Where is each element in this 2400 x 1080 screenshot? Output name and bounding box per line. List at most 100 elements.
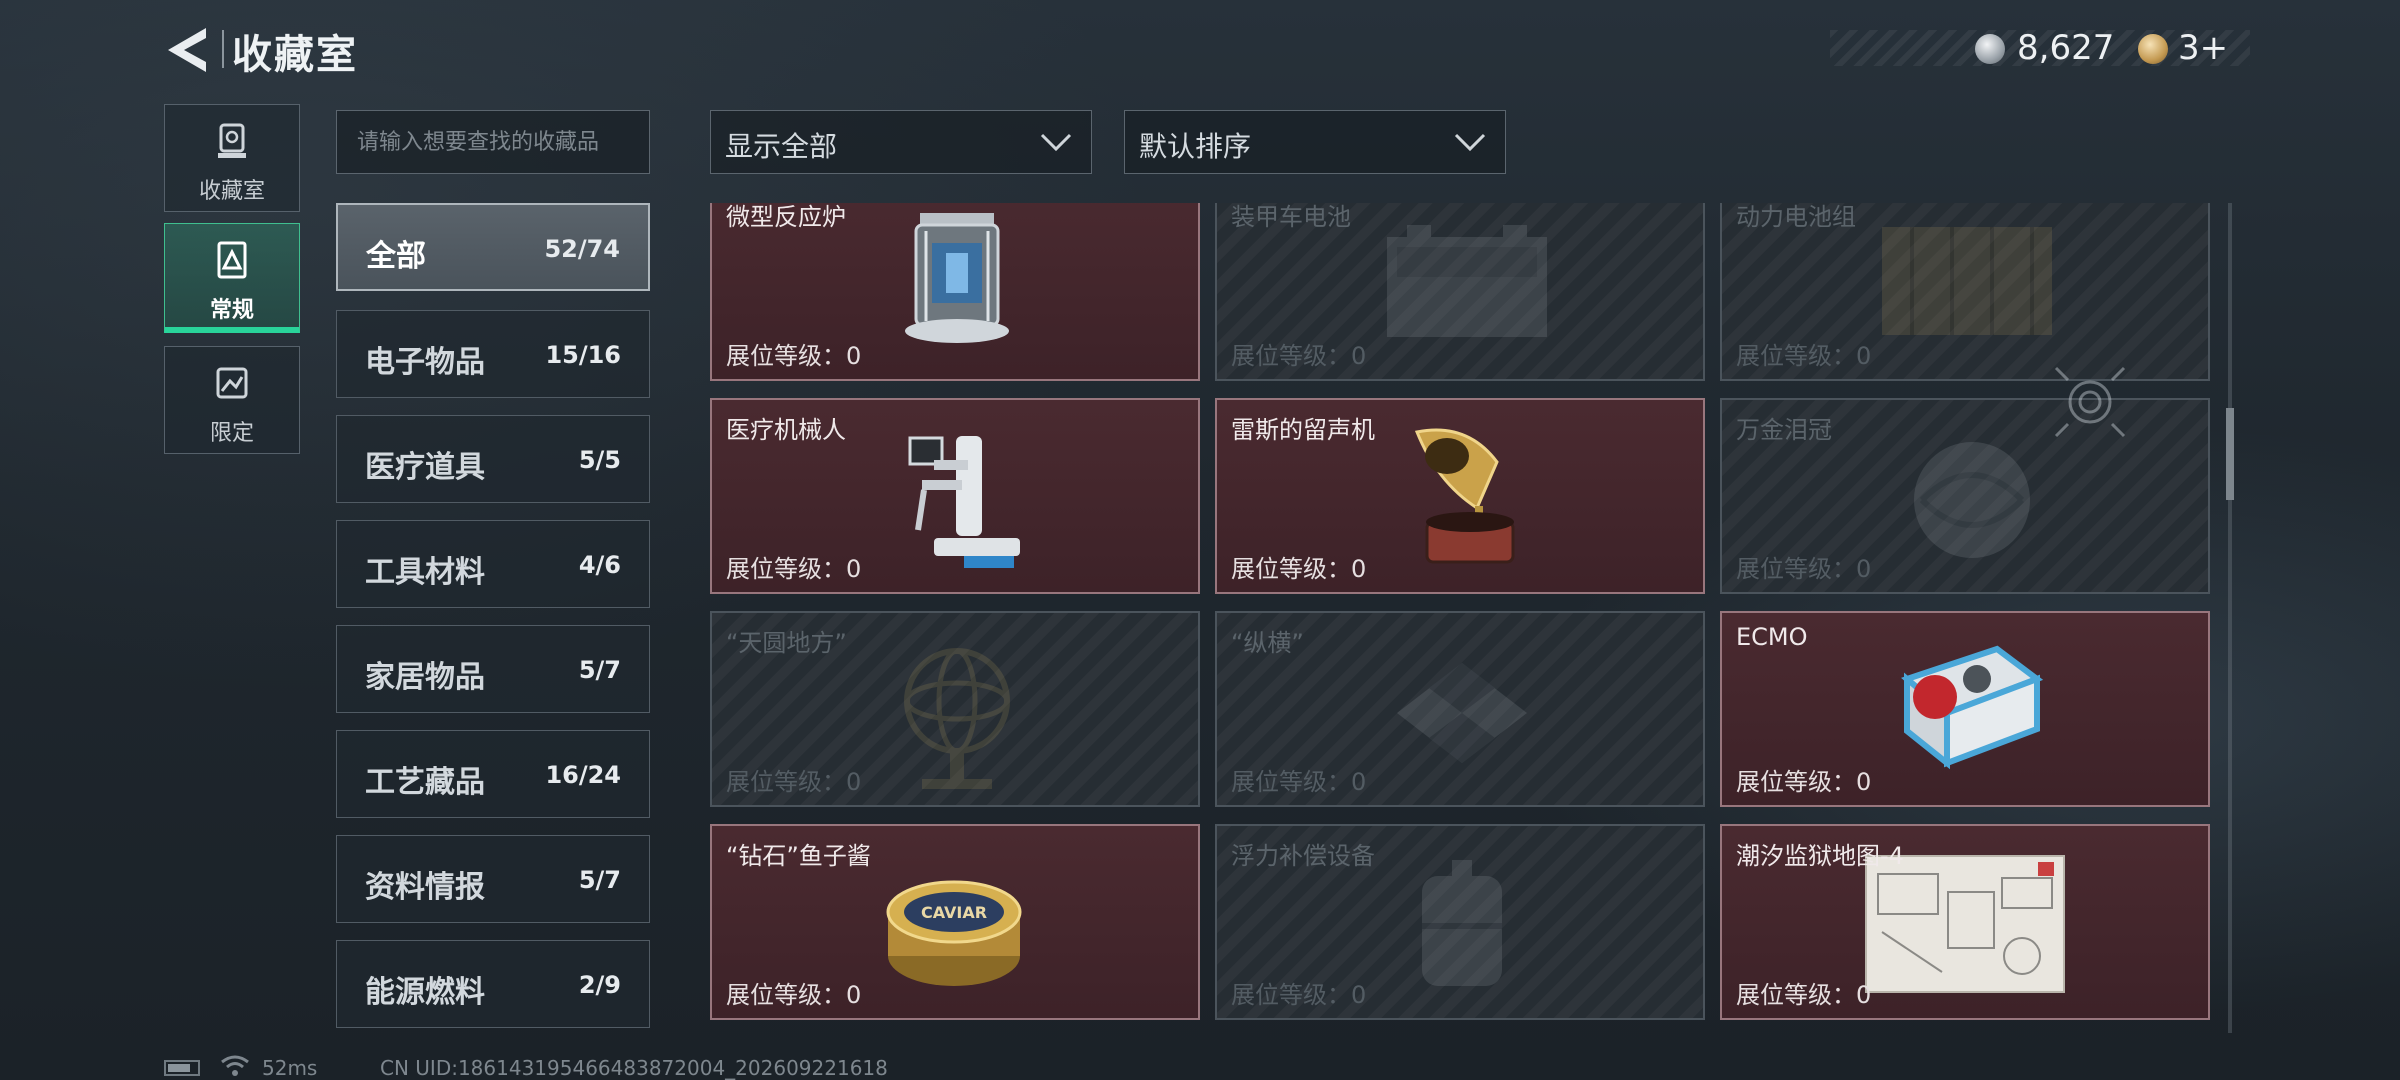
title-divider (222, 30, 224, 68)
item-level-value: 0 (1856, 342, 1872, 370)
item-level: 展位等级：0 (726, 975, 861, 1010)
back-button[interactable] (160, 24, 216, 76)
category-count: 16/24 (545, 761, 621, 789)
user-uid: CN UID:1861431954664838720​04_2026092216… (380, 1056, 888, 1080)
item-card-medical-robot[interactable]: 医疗机械人 展位等级：0 (710, 398, 1200, 594)
map-document-icon (1865, 855, 2065, 993)
item-level-label: 展位等级： (726, 342, 846, 370)
grid-scrollbar-thumb[interactable] (2226, 408, 2234, 500)
category-intel[interactable]: 资料情报 5/7 (336, 835, 650, 923)
item-level-value: 0 (846, 342, 862, 370)
network-ping: 52ms (262, 1056, 318, 1080)
coin-value: 8,627 (2017, 28, 2115, 68)
item-level-value: 0 (1856, 981, 1872, 1009)
item-level: 展位等级：0 (1231, 549, 1366, 584)
item-name: “纵横” (1231, 629, 1304, 657)
item-card-crown[interactable]: 万金泪冠 展位等级：0 (1720, 398, 2210, 594)
category-crafts[interactable]: 工艺藏品 16/24 (336, 730, 650, 818)
battery-icon (164, 1060, 200, 1076)
item-name: “钻石”鱼子酱 (726, 842, 871, 870)
buoyancy-device-icon (1422, 860, 1502, 986)
category-label: 工具材料 (365, 555, 485, 590)
category-household[interactable]: 家居物品 5/7 (336, 625, 650, 713)
mode-regular[interactable]: 常规 (164, 223, 300, 333)
item-level-label: 展位等级： (1231, 555, 1351, 583)
mode-label: 常规 (209, 298, 254, 323)
item-card-armillary-globe[interactable]: “天圆地方” 展位等级：0 (710, 611, 1200, 807)
item-level-label: 展位等级： (726, 981, 846, 1009)
gramophone-icon (1414, 428, 1515, 564)
search-input[interactable] (336, 110, 650, 174)
item-name: “天圆地方” (726, 629, 847, 657)
category-count: 5/7 (578, 866, 621, 894)
mode-limited[interactable]: 限定 (164, 346, 300, 454)
item-level-value: 0 (846, 555, 862, 583)
category-all[interactable]: 全部 52/74 (336, 203, 650, 291)
item-name: 微型反应炉 (726, 203, 846, 231)
mode-label: 限定 (209, 421, 254, 446)
item-level: 展位等级：0 (726, 762, 861, 797)
item-level-value: 0 (1351, 555, 1367, 583)
display-filter-value: 显示全部 (725, 130, 838, 163)
item-level-value: 0 (1351, 768, 1367, 796)
back-arrow-icon (168, 28, 206, 72)
page-title: 收藏室 (232, 32, 358, 78)
item-name: 动力电池组 (1736, 203, 1856, 231)
item-name: 雷斯的留声机 (1231, 416, 1375, 444)
item-level-value: 0 (1351, 981, 1367, 1009)
category-label: 电子物品 (365, 345, 485, 380)
category-label: 医疗道具 (365, 450, 485, 485)
display-filter-dropdown[interactable]: 显示全部 (710, 110, 1092, 174)
mode-collection-room[interactable]: 收藏室 (164, 104, 300, 212)
item-level-label: 展位等级： (1736, 555, 1856, 583)
medical-robot-icon (908, 436, 1020, 568)
item-level-label: 展位等级： (1736, 768, 1856, 796)
item-card-buoyancy-device[interactable]: 浮力补偿设备 展位等级：0 (1215, 824, 1705, 1020)
mode-label: 收藏室 (198, 179, 265, 204)
item-level-label: 展位等级： (1231, 342, 1351, 370)
item-level: 展位等级：0 (1231, 975, 1366, 1010)
category-count: 4/6 (578, 551, 621, 579)
category-fuel[interactable]: 能源燃料 2/9 (336, 940, 650, 1028)
item-card-power-battery-pack[interactable]: 动力电池组 展位等级：0 (1720, 203, 2210, 381)
item-card-tidal-prison-map[interactable]: 潮汐监狱地图-4 展位等级：0 (1720, 824, 2210, 1020)
sort-dropdown[interactable]: 默认排序 (1124, 110, 1506, 174)
regular-collection-icon (212, 240, 252, 280)
item-card-gramophone[interactable]: 雷斯的留声机 展位等级：0 (1215, 398, 1705, 594)
item-card-armored-battery[interactable]: 装甲车电池 展位等级：0 (1215, 203, 1705, 381)
item-level: 展位等级：0 (1736, 549, 1871, 584)
trophy-icon (212, 121, 252, 161)
item-level: 展位等级：0 (1231, 336, 1366, 371)
globe-icon (904, 648, 1010, 789)
item-level-value: 0 (846, 768, 862, 796)
item-name: 潮汐监狱地图-4 (1736, 842, 1904, 870)
coin-icon (1975, 34, 2005, 64)
item-level: 展位等级：0 (1736, 336, 1871, 371)
item-name: ECMO (1736, 623, 1808, 651)
item-level-value: 0 (1856, 768, 1872, 796)
item-level-label: 展位等级： (1736, 342, 1856, 370)
category-medical[interactable]: 医疗道具 5/5 (336, 415, 650, 503)
item-level-label: 展位等级： (726, 768, 846, 796)
ecmo-icon (1901, 645, 2044, 770)
item-level: 展位等级：0 (1736, 975, 1871, 1010)
collection-grid[interactable]: 微型反应炉 展位等级：0 装甲车电池 展位等级：0 动力电池组 展位等级：0 医… (710, 203, 2220, 1027)
item-level-label: 展位等级： (1231, 768, 1351, 796)
ticket-value: 3+ (2178, 28, 2229, 68)
chessboard-icon (1397, 663, 1527, 763)
category-electronics[interactable]: 电子物品 15/16 (336, 310, 650, 398)
item-level: 展位等级：0 (726, 549, 861, 584)
item-name: 浮力补偿设备 (1231, 842, 1375, 870)
item-level-label: 展位等级： (1231, 981, 1351, 1009)
item-card-micro-reactor[interactable]: 微型反应炉 展位等级：0 (710, 203, 1200, 381)
crown-icon (1914, 442, 2030, 558)
category-count: 5/5 (578, 446, 621, 474)
battery-icon (1387, 225, 1547, 337)
grid-scrollbar-track[interactable] (2228, 203, 2232, 1033)
item-level-value: 0 (1351, 342, 1367, 370)
item-card-caviar[interactable]: CAVIAR “钻石”鱼子酱 展位等级：0 (710, 824, 1200, 1020)
category-tools[interactable]: 工具材料 4/6 (336, 520, 650, 608)
sort-value: 默认排序 (1139, 130, 1252, 163)
item-card-chessboard[interactable]: “纵横” 展位等级：0 (1215, 611, 1705, 807)
item-card-ecmo[interactable]: ECMO 展位等级：0 (1720, 611, 2210, 807)
